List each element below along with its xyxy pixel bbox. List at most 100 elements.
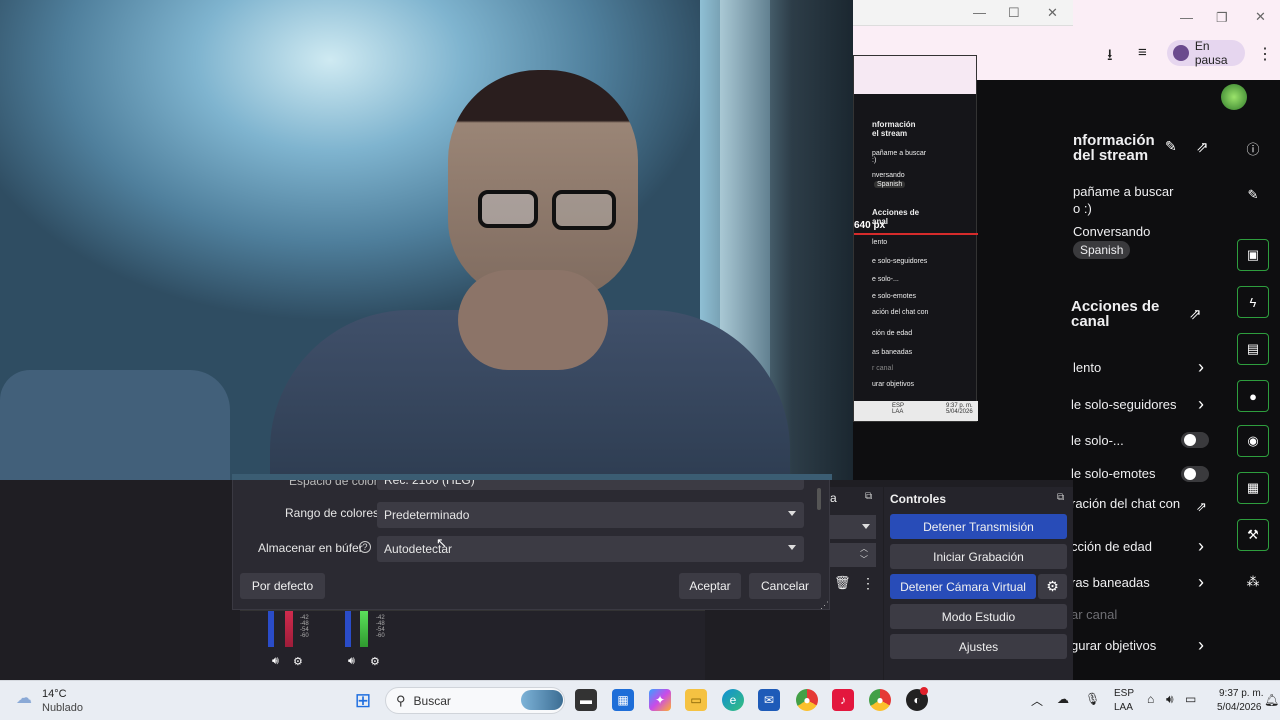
extensions-icon[interactable]: ⁂ [1237,566,1269,598]
dock-select[interactable] [830,515,876,539]
action-goals[interactable]: gurar objetivos [1071,638,1156,653]
action-subs-only[interactable]: le solo-... [1071,433,1124,448]
chevron-up-icon[interactable]: ︿ [1031,692,1043,709]
onedrive-icon[interactable]: ☁ [1057,692,1069,706]
battery-icon[interactable]: ▭ [1185,692,1196,706]
close-icon[interactable]: ✕ [1047,5,1058,21]
file-explorer-icon[interactable]: ▭ [685,689,707,711]
cancel-button[interactable]: Cancelar [749,573,821,599]
layout-icon[interactable]: ▦ [1237,472,1269,504]
maximize-icon[interactable]: ☐ [1008,5,1020,21]
speaker-icon[interactable]: 🔊︎ [348,655,355,668]
popout-icon[interactable]: ⇗ [1189,305,1202,323]
settings-button[interactable]: Ajustes [890,634,1067,659]
outlook-icon[interactable]: ✉ [758,689,780,711]
info-icon[interactable]: ⓘ [1237,132,1269,164]
subs-only-toggle[interactable] [1181,432,1209,448]
speaker-icon[interactable]: 🔊︎ [272,655,279,668]
microphone-icon[interactable]: 🎙︎ [1085,692,1100,706]
browser-maximize-icon[interactable]: ❐ [1216,10,1228,26]
start-recording-button[interactable]: Iniciar Grabación [890,544,1067,569]
audio-settings-icon[interactable]: ⚙ [293,655,303,668]
stop-streaming-button[interactable]: Detener Transmisión [890,514,1067,539]
defaults-button[interactable]: Por defecto [240,573,325,599]
stop-virtual-camera-button[interactable]: Detener Cámara Virtual [890,574,1036,599]
more-options-icon[interactable]: ⋮ [861,575,875,592]
action-slow-mode[interactable]: lento [1073,360,1101,375]
wrench-icon[interactable]: ⚒ [1237,519,1269,551]
action-banned-words[interactable]: ras baneadas [1071,575,1150,590]
help-icon[interactable]: ? [359,541,371,553]
volume-icon[interactable]: 🔊︎ [1166,692,1174,707]
windows-start-icon[interactable]: ⊞ [352,689,374,712]
chevron-right-icon[interactable]: › [1198,572,1204,593]
chevron-right-icon[interactable]: › [1198,357,1204,378]
preview-red-line [854,233,978,235]
queue-icon[interactable]: ≡ [1138,44,1147,61]
popout-icon[interactable]: ⇗ [1196,499,1207,515]
clip-icon[interactable]: ▣ [1237,239,1269,271]
sources-dock: a ⧉ ︿ ﹀ 🗑︎ ⋮ [830,487,883,680]
action-chat-delay[interactable]: ración del chat con [1071,496,1180,511]
stream-language-tag[interactable]: Spanish [1073,241,1131,259]
weather-condition[interactable]: Nublado [42,702,83,714]
weather-temperature[interactable]: 14°C [42,688,67,700]
clock-date[interactable]: 5/04/2026 [1217,702,1262,713]
chevron-right-icon[interactable]: › [1198,394,1204,415]
edge-icon[interactable]: e [722,689,744,711]
chevron-right-icon[interactable]: › [1198,635,1204,656]
action-followers-only[interactable]: le solo-seguidores [1071,397,1177,412]
chrome-profile-icon[interactable]: ● [869,689,891,711]
action-raid-channel[interactable]: ar canal [1071,607,1117,622]
studio-mode-button[interactable]: Modo Estudio [890,604,1067,629]
browser-minimize-icon[interactable]: — [1180,10,1193,25]
notifications-icon[interactable]: 🔔︎ [1264,693,1279,707]
weather-cloud-icon[interactable]: ☁ [16,688,32,708]
dialog-scrollbar[interactable] [817,488,821,510]
clock-time[interactable]: 9:37 p. m. [1219,688,1263,699]
notes-icon[interactable]: ▤ [1237,333,1269,365]
music-app-icon[interactable]: ♪ [832,689,854,711]
audio-meter [268,611,274,647]
store-icon[interactable]: ▦ [612,689,634,711]
controls-title: Controles [890,492,947,506]
chat-icon[interactable]: ● [1237,380,1269,412]
profile-paused-button[interactable]: En pausa [1167,39,1245,67]
dock-float-icon[interactable]: ⧉ [1057,492,1064,503]
lightning-icon[interactable]: ϟ [1237,286,1269,318]
chevron-up-icon[interactable]: ︿ [860,543,868,554]
chevron-right-icon[interactable]: › [1198,536,1204,557]
network-icon[interactable]: ⌂ [1147,692,1154,706]
preview-tag: Spanish [874,181,906,188]
edit-icon[interactable]: ✎ [1165,138,1177,155]
action-emotes-only[interactable]: le solo-emotes [1071,466,1156,481]
input-language[interactable]: ESP [1114,688,1134,699]
input-language-region[interactable]: LAA [1114,702,1133,713]
task-view-icon[interactable]: ▬ [575,689,597,711]
popout-icon[interactable]: ⇗ [1196,138,1209,156]
dock-spinbox[interactable]: ︿ ﹀ [830,543,876,567]
minimize-icon[interactable]: — [973,5,986,20]
accept-button[interactable]: Aceptar [679,573,741,599]
emotes-only-toggle[interactable] [1181,466,1209,482]
download-icon[interactable]: ⭳ [1107,44,1113,71]
broadcast-icon[interactable]: ◉ [1237,425,1269,457]
more-menu-icon[interactable]: ⋮ [1257,44,1273,64]
virtual-camera-settings-icon[interactable]: ⚙ [1038,574,1067,599]
audio-meter [345,611,351,647]
chrome-icon[interactable]: ● [796,689,818,711]
channel-avatar[interactable] [1221,84,1247,110]
color-range-label: Rango de colores [285,506,380,520]
pencil-icon[interactable]: ✎ [1237,179,1269,211]
stream-category[interactable]: Conversando [1073,224,1150,239]
resize-grip-icon[interactable]: ⋰ [820,600,829,611]
copilot-icon[interactable]: ✦ [649,689,671,711]
audio-settings-icon[interactable]: ⚙ [370,655,380,668]
browser-close-icon[interactable]: ✕ [1255,9,1266,25]
trash-icon[interactable]: 🗑︎ [834,575,851,591]
action-age-restriction[interactable]: cción de edad [1071,539,1152,554]
color-range-select[interactable]: Predeterminado [377,502,804,528]
inner-window-titlebar: — ☐ ✕ [853,0,1073,26]
chevron-down-icon[interactable]: ﹀ [860,554,868,565]
dock-float-icon[interactable]: ⧉ [865,491,872,502]
